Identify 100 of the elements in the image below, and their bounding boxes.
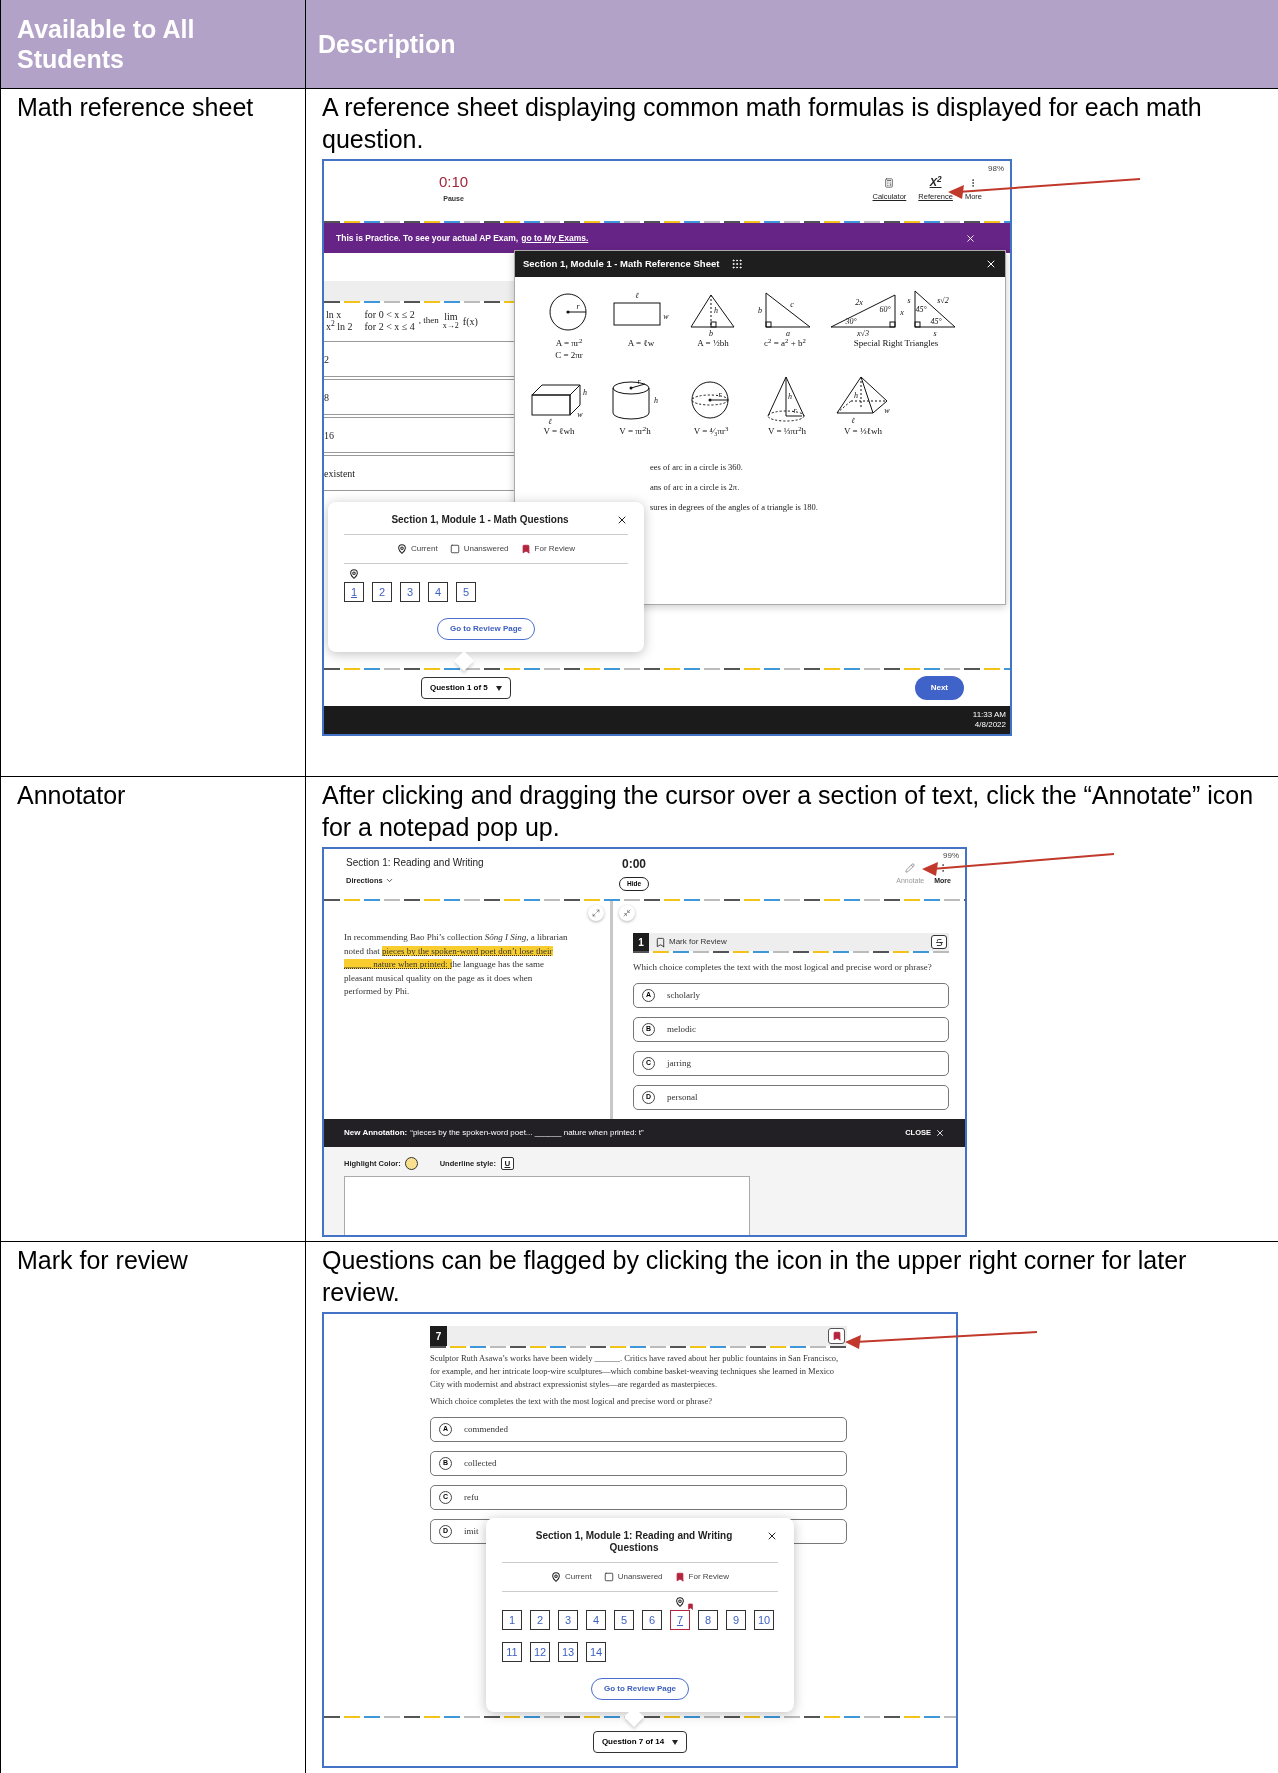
drag-handle-icon[interactable] (731, 258, 744, 270)
question-number-button[interactable]: 9 (726, 1610, 746, 1630)
question-number-button[interactable]: 6 (642, 1610, 662, 1630)
shape-label: c (790, 300, 794, 309)
question-number-button[interactable]: 4 (586, 1610, 606, 1630)
question-number-button[interactable]: 3 (400, 582, 420, 602)
question-number-button[interactable]: 8 (698, 1610, 718, 1630)
annotation-input-field[interactable] (344, 1176, 750, 1235)
section-title: Section 1: Reading and Writing (346, 856, 485, 870)
empty-square-icon (449, 544, 460, 554)
question-number-button[interactable]: 11 (502, 1642, 522, 1662)
formula: A = ½bh (697, 337, 729, 349)
shape-label: 45° (915, 305, 927, 314)
shape-label: x√3 (857, 329, 869, 337)
legend-label: Unanswered (617, 1571, 663, 1583)
timer: 0:00 (622, 856, 646, 873)
question-number-button[interactable]: 12 (530, 1642, 550, 1662)
answer-text: 16 (324, 428, 334, 443)
question-number-button[interactable]: 13 (558, 1642, 578, 1662)
shape-label: 45° (930, 317, 942, 326)
function-text: for 0 < x ≤ 2 (364, 309, 415, 321)
collapse-icon (623, 909, 631, 917)
legend-label: For Review (534, 543, 576, 555)
function-text: x$^{2}$ ln 2 (326, 321, 353, 333)
question-number-button[interactable]: 3 (558, 1610, 578, 1630)
underline-style-button[interactable]: U (500, 1157, 514, 1170)
shape-label: h (714, 306, 718, 315)
shape-label: 2x (855, 298, 863, 307)
location-pin-icon (675, 1597, 685, 1607)
formula: V = ℓwh (543, 425, 575, 437)
function-text: f(x) (462, 314, 478, 329)
answer-text: existent (324, 466, 356, 481)
reference-fact: ees of arc in a circle is 360. (650, 461, 744, 474)
column-header: Available to All Students (17, 14, 196, 74)
shape-label: a (786, 329, 790, 337)
bookmark-icon (520, 544, 531, 554)
shape-label: r (637, 377, 641, 386)
legend-label: Current (410, 543, 438, 555)
choice-text: scholarly (667, 988, 700, 1002)
question-number-button[interactable]: 7 (670, 1610, 690, 1630)
shape-label: ℓ (851, 416, 855, 425)
question-number-button[interactable]: 5 (614, 1610, 634, 1630)
shape-label: h (788, 392, 792, 401)
feature-description: A reference sheet displaying common math formulas is displayed for each math question. (322, 92, 1203, 155)
function-text: for 2 < x ≤ 4 (364, 321, 415, 333)
banner-text: This is Practice. To see your actual AP Exam, (336, 231, 519, 245)
question-prompt: Which choice completes the text with the most logical and precise word or phrase? (430, 1395, 714, 1408)
highlight-color-swatch[interactable] (404, 1157, 418, 1170)
question-dropdown[interactable]: Question 1 of 5 (421, 677, 511, 699)
formula: V = πr$^{2}$h (619, 425, 651, 437)
question-number-button[interactable]: 4 (428, 582, 448, 602)
formula-icon: X$^{2}$ (929, 177, 942, 188)
annotation-label: New Annotation: (344, 1127, 408, 1139)
shape-label: ℓ (548, 417, 552, 425)
battery-status: 98% (988, 163, 1004, 175)
shape-label: s√2 (937, 296, 949, 305)
choice-text: melodic (667, 1022, 696, 1036)
close-icon (935, 1128, 945, 1138)
close-icon[interactable] (965, 232, 976, 244)
formula: V = ⅓ℓwh (844, 425, 882, 437)
choice-text: personal (667, 1090, 698, 1104)
question-number-button[interactable]: 2 (530, 1610, 550, 1630)
shape-label: w (884, 406, 890, 415)
question-dropdown[interactable]: Question 7 of 14 (592, 1731, 688, 1753)
question-number-button[interactable]: 14 (586, 1642, 606, 1662)
clock-time: 11:33 AM (972, 710, 1006, 720)
mark-for-review-button[interactable]: Mark for Review (655, 936, 727, 948)
question-number-button[interactable]: 5 (456, 582, 476, 602)
feature-name: Annotator (17, 781, 126, 809)
bookmark-icon (831, 1331, 842, 1341)
shape-label: x (900, 308, 904, 317)
question-number-button[interactable]: 10 (754, 1610, 774, 1630)
close-icon[interactable] (616, 514, 628, 526)
calculator-icon (884, 178, 895, 188)
reference-fact: sures in degrees of the angles of a triangle is 180. (650, 500, 819, 514)
question-number-button[interactable]: 2 (372, 582, 392, 602)
shape-label: 60° (879, 305, 891, 314)
caret-icon (495, 685, 502, 691)
limit-text: lim (444, 312, 458, 321)
question-number: 7 (430, 1326, 447, 1346)
close-icon[interactable] (985, 258, 997, 270)
legend-label: Unanswered (463, 543, 509, 555)
question-number-button[interactable]: 1 (502, 1610, 522, 1630)
shape-label: b (758, 306, 762, 315)
panel-title: Section 1, Module 1 - Math Reference Sheet (523, 256, 720, 271)
reference-fact: ans of arc in a circle is 2π. (650, 480, 741, 494)
answer-text: 2 (324, 352, 329, 367)
my-exams-link[interactable]: go to My Exams. (521, 231, 589, 245)
next-button[interactable]: Next (914, 676, 964, 700)
feature-description: Questions can be flagged by clicking the icon in the upper right corner for later review. (322, 1245, 1188, 1308)
close-icon[interactable] (766, 1530, 778, 1542)
location-pin-icon (550, 1572, 561, 1582)
choice-text: refu (464, 1490, 479, 1504)
popup-title: Section 1, Module 1 - Math Questions (390, 514, 570, 526)
shape-label: w (663, 312, 669, 321)
mark-for-review-button[interactable] (828, 1328, 845, 1344)
strikethrough-button[interactable] (931, 935, 947, 949)
question-passage: Sculptor Ruth Asawa’s works have been widely ______. Critics have raved about her public fountains in San Francisco, for example, and her intricate loop-wire sculptures—which combine basket-weaving techniques she learned in Mexico City with modernist and abstract expressionist styles—are regarded as masterpieces. (430, 1352, 840, 1391)
choice-text: jarring (667, 1056, 691, 1070)
question-number-button[interactable]: 1 (344, 582, 364, 602)
